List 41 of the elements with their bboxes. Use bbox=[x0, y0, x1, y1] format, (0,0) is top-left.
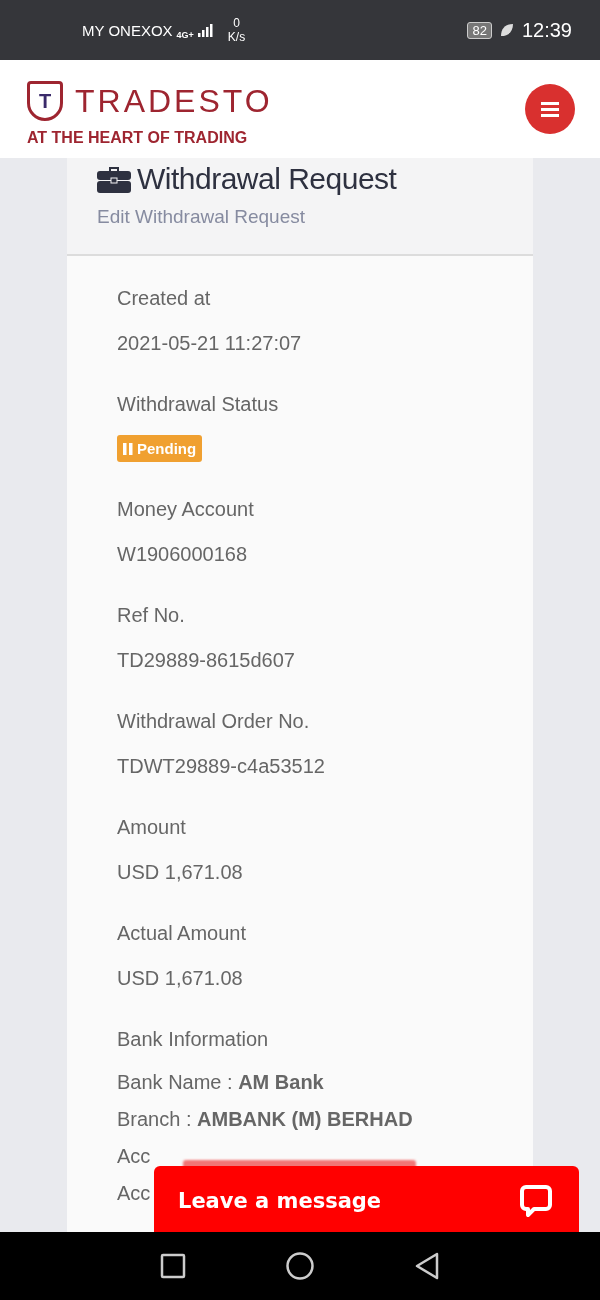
status-badge: Pending bbox=[117, 435, 203, 462]
leave-message-button[interactable]: Leave a message bbox=[154, 1166, 579, 1232]
field-label: Withdrawal Status bbox=[117, 392, 279, 416]
battery-level: 82 bbox=[467, 21, 492, 39]
field-value: USD 1,671.08 bbox=[117, 966, 243, 990]
field-label: Actual Amount bbox=[117, 921, 246, 945]
bank-detail: Branch : AMBANK (M) BERHAD bbox=[117, 1107, 413, 1132]
briefcase-icon bbox=[97, 165, 131, 193]
back-button[interactable] bbox=[414, 1252, 440, 1280]
field-label: Withdrawal Order No. bbox=[117, 709, 310, 733]
clock-time: 12:39 bbox=[521, 18, 572, 42]
brand-name: TRADESTO bbox=[75, 82, 273, 120]
home-button[interactable] bbox=[286, 1252, 314, 1280]
chat-bubble-icon bbox=[519, 1184, 553, 1218]
tagline: AT THE HEART OF TRADING bbox=[27, 129, 249, 147]
field-value: W1906000168 bbox=[117, 542, 248, 566]
speed-value: 0 bbox=[233, 16, 240, 30]
bank-detail: Acc bbox=[117, 1181, 151, 1206]
field-value: 2021-05-21 11:27:07 bbox=[117, 331, 302, 355]
pause-icon bbox=[123, 442, 133, 455]
signal-icon bbox=[197, 23, 216, 37]
menu-button[interactable] bbox=[525, 84, 575, 134]
field-value: USD 1,671.08 bbox=[117, 860, 243, 884]
field-value: TD29889-8615d607 bbox=[117, 648, 295, 672]
field-value: TDWT29889-c4a53512 bbox=[117, 754, 325, 778]
field-label: Created at bbox=[117, 286, 211, 310]
recents-button[interactable] bbox=[160, 1253, 186, 1279]
menu-icon bbox=[541, 101, 559, 117]
carrier-name: MY ONEXOX bbox=[82, 21, 173, 39]
bank-detail: Bank Name : AM Bank bbox=[117, 1070, 324, 1095]
field-label: Money Account bbox=[117, 497, 254, 521]
field-label: Amount bbox=[117, 815, 186, 839]
bank-detail: Acc bbox=[117, 1144, 151, 1169]
field-label: Bank Information bbox=[117, 1027, 270, 1051]
network-type: 4G+ bbox=[176, 30, 194, 40]
shield-logo: T bbox=[27, 81, 63, 121]
page-subtitle: Edit Withdrawal Request bbox=[97, 206, 307, 228]
speed-unit: K/s bbox=[227, 30, 246, 44]
page-title: Withdrawal Request bbox=[137, 162, 397, 196]
field-label: Ref No. bbox=[117, 603, 185, 627]
leaf-icon bbox=[499, 23, 514, 37]
